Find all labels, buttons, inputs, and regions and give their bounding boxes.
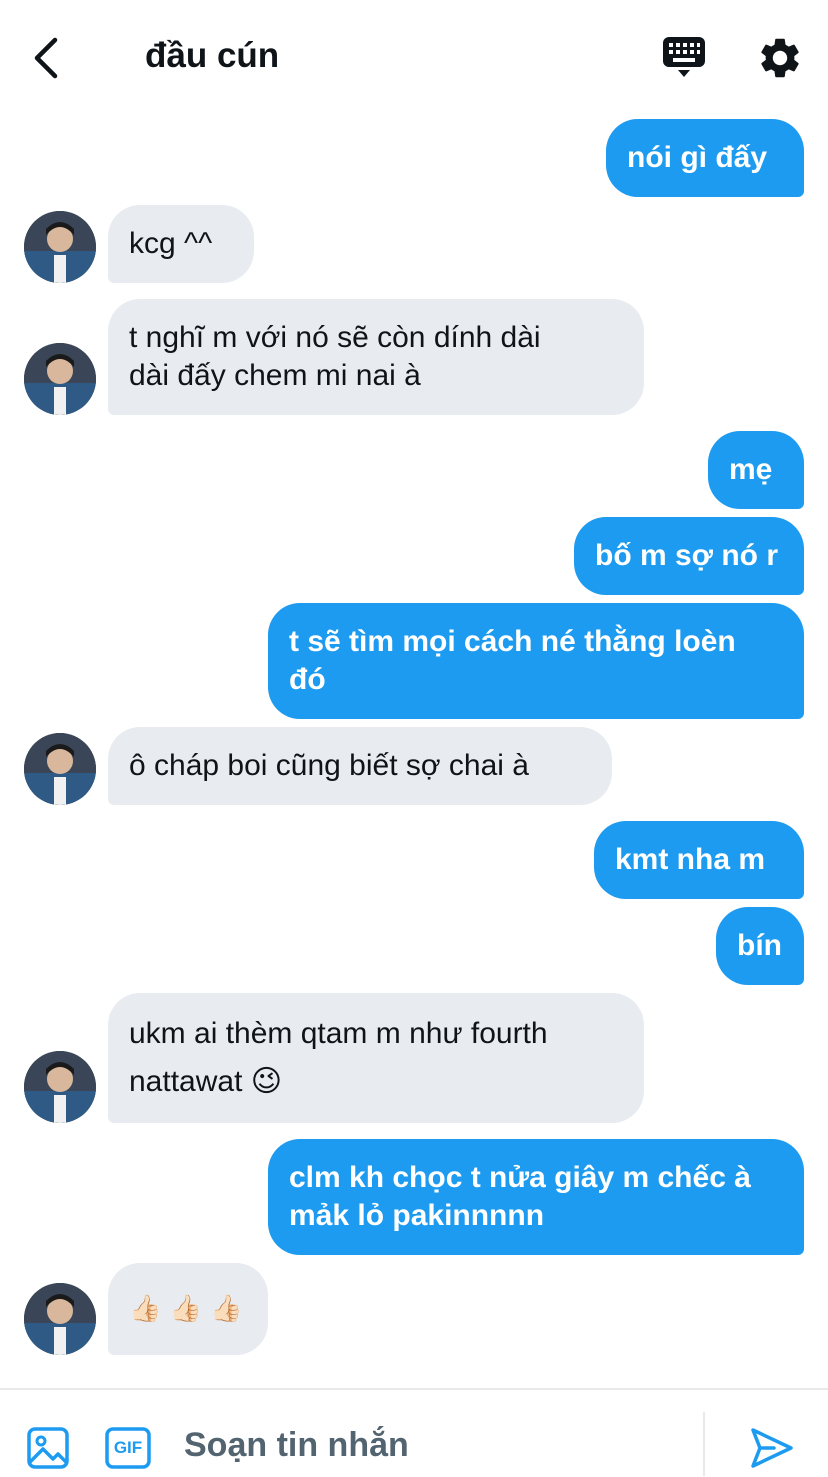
avatar[interactable] — [24, 211, 96, 283]
message-bubble[interactable]: ukm ai thèm qtam m như fourth nattawat 😉 — [108, 993, 644, 1123]
message-text: kcg ^^ — [129, 227, 213, 260]
avatar[interactable] — [24, 343, 96, 415]
thumbs-up-emoji: 👍🏻 👍🏻 👍🏻 — [129, 1294, 243, 1324]
message-text-line: ukm ai thèm qtam m như fourth — [129, 1017, 548, 1050]
message-bubble[interactable]: ô cháp boi cũng biết sợ chai à — [108, 727, 612, 805]
message-text: nói gì đấy — [627, 141, 768, 174]
settings-button[interactable] — [756, 34, 804, 82]
message-text-line: mảk lỏ pakinnnnn — [289, 1199, 545, 1232]
image-icon — [27, 1427, 69, 1469]
wink-emoji: 😉 — [250, 1064, 283, 1099]
message-text: mẹ — [729, 453, 773, 486]
conversation-header: đầu cún — [0, 0, 828, 112]
message-bubble[interactable]: clm kh chọc t nửa giây m chếc à mảk lỏ p… — [268, 1139, 804, 1255]
avatar[interactable] — [24, 733, 96, 805]
gear-icon — [761, 38, 799, 78]
message-text: bín — [737, 929, 782, 962]
message-text-line: dài đấy chem mi nai à — [129, 359, 421, 392]
message-bubble[interactable]: bín — [716, 907, 804, 985]
add-image-button[interactable] — [26, 1426, 70, 1470]
add-gif-button[interactable]: GIF — [104, 1426, 152, 1470]
keyboard-icon — [663, 37, 705, 77]
message-text-line: clm kh chọc t nửa giây m chếc à — [289, 1161, 751, 1194]
composer-divider — [703, 1412, 705, 1476]
message-bubble[interactable]: mẹ — [708, 431, 804, 509]
message-text: bố m sợ nó r — [595, 539, 779, 572]
message-text-line: t nghĩ m với nó sẽ còn dính dài — [129, 321, 541, 354]
chevron-left-icon — [34, 37, 58, 79]
message-input[interactable] — [184, 1420, 674, 1470]
send-button[interactable] — [748, 1424, 796, 1472]
gif-label: GIF — [113, 1438, 143, 1457]
conversation-title[interactable]: đầu cún — [145, 34, 279, 78]
back-button[interactable] — [22, 30, 72, 84]
message-bubble[interactable]: kmt nha m — [594, 821, 804, 899]
message-bubble[interactable]: 👍🏻 👍🏻 👍🏻 — [108, 1263, 268, 1355]
message-bubble[interactable]: nói gì đấy — [606, 119, 804, 197]
avatar[interactable] — [24, 1283, 96, 1355]
message-bubble[interactable]: t nghĩ m với nó sẽ còn dính dài dài đấy … — [108, 299, 644, 415]
message-composer: GIF — [0, 1388, 828, 1476]
message-bubble[interactable]: t sẽ tìm mọi cách né thằng loèn đó — [268, 603, 804, 719]
message-text: ô cháp boi cũng biết sợ chai à — [129, 749, 529, 782]
keyboard-button[interactable] — [660, 34, 710, 82]
message-text: kmt nha m — [615, 843, 766, 876]
avatar[interactable] — [24, 1051, 96, 1123]
message-text-line: đó — [289, 663, 326, 696]
message-bubble[interactable]: kcg ^^ — [108, 205, 254, 283]
message-text-line: nattawat — [129, 1065, 243, 1098]
message-bubble[interactable]: bố m sợ nó r — [574, 517, 804, 595]
send-icon — [751, 1428, 793, 1468]
message-text-line: t sẽ tìm mọi cách né thằng loèn — [289, 625, 736, 658]
